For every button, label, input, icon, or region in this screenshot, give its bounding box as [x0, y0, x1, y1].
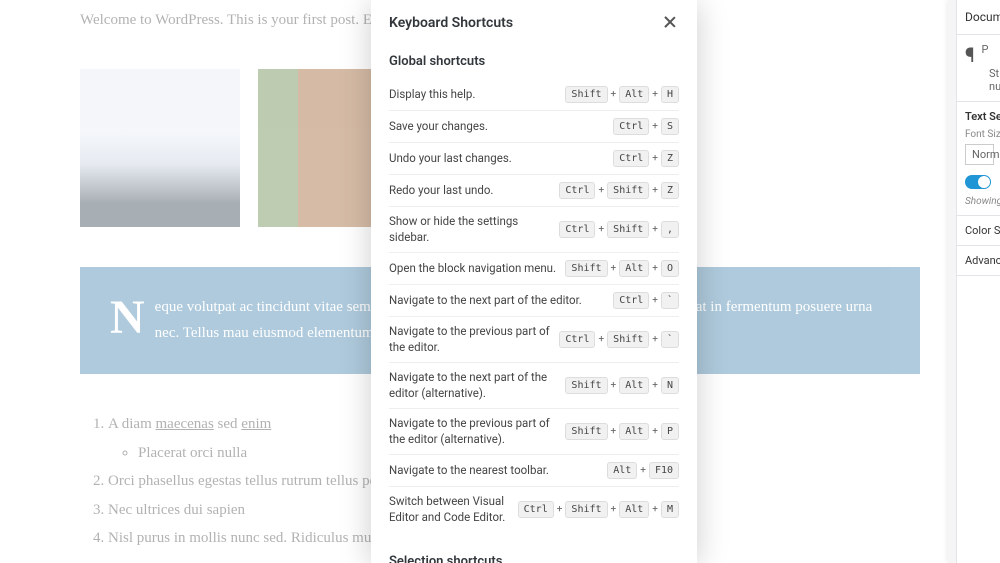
shortcut-keys: Ctrl+Shift+Alt+M — [518, 501, 679, 518]
key: Ctrl — [613, 150, 649, 167]
key: N — [661, 377, 679, 394]
drop-cap-toggle[interactable] — [965, 175, 991, 189]
key: ` — [661, 292, 679, 309]
key: Shift — [565, 86, 607, 103]
key: O — [661, 260, 679, 277]
paragraph-icon: ¶ — [965, 43, 975, 67]
key: F10 — [649, 462, 679, 479]
shortcut-row: Navigate to the previous part of the edi… — [389, 409, 679, 455]
keyboard-shortcuts-modal: Keyboard Shortcuts Global shortcuts Displ… — [371, 0, 697, 563]
key: Ctrl — [613, 118, 649, 135]
key: Alt — [619, 423, 649, 440]
key: M — [661, 501, 679, 518]
shortcut-row: Undo your last changes. Ctrl+Z — [389, 143, 679, 175]
key: Alt — [607, 462, 637, 479]
shortcut-row: Save your changes. Ctrl+S — [389, 111, 679, 143]
shortcut-keys: Ctrl+Shift+` — [559, 331, 679, 348]
key: Shift — [565, 377, 607, 394]
shortcut-keys: Shift+Alt+O — [565, 260, 679, 277]
close-icon[interactable] — [661, 14, 679, 32]
shortcut-keys: Ctrl+Shift+, — [559, 221, 679, 238]
shortcut-description: Navigate to the next part of the editor … — [389, 370, 557, 401]
shortcut-keys: Shift+Alt+P — [565, 423, 679, 440]
shortcut-description: Display this help. — [389, 87, 557, 103]
font-size-select[interactable]: Norma — [965, 144, 994, 165]
shortcut-row: Navigate to the previous part of the edi… — [389, 317, 679, 363]
key: Shift — [565, 501, 607, 518]
settings-sidebar: Docume ¶ P St nu Text Sett Font Size Nor… — [956, 0, 1000, 563]
block-type-panel: ¶ P St nu — [957, 35, 1000, 102]
shortcut-description: Navigate to the nearest toolbar. — [389, 463, 599, 479]
tab-document[interactable]: Docume — [957, 0, 1000, 35]
key: , — [661, 221, 679, 238]
shortcut-description: Navigate to the previous part of the edi… — [389, 416, 557, 447]
shortcut-description: Navigate to the next part of the editor. — [389, 293, 605, 309]
shortcut-keys: Alt+F10 — [607, 462, 679, 479]
key: Z — [661, 182, 679, 199]
key: Shift — [607, 221, 649, 238]
shortcut-row: Redo your last undo. Ctrl+Shift+Z — [389, 175, 679, 207]
modal-title: Keyboard Shortcuts — [389, 15, 513, 31]
shortcut-keys: Ctrl+Shift+Z — [559, 182, 679, 199]
key: Alt — [619, 377, 649, 394]
key: P — [661, 423, 679, 440]
shortcut-row: Navigate to the next part of the editor … — [389, 363, 679, 409]
dropcap: N — [110, 299, 145, 337]
shortcut-row: Display this help. Shift+Alt+H — [389, 79, 679, 111]
shortcut-row: Show or hide the settings sidebar. Ctrl+S… — [389, 207, 679, 253]
key: Shift — [607, 331, 649, 348]
key: Ctrl — [613, 292, 649, 309]
key: Shift — [607, 182, 649, 199]
key: ` — [661, 331, 679, 348]
key: Shift — [565, 260, 607, 277]
shortcut-keys: Ctrl+S — [613, 118, 679, 135]
shortcut-description: Save your changes. — [389, 119, 605, 135]
shortcut-description: Open the block navigation menu. — [389, 261, 557, 277]
shortcut-description: Navigate to the previous part of the edi… — [389, 324, 551, 355]
shortcut-row: Switch between Visual Editor and Code Ed… — [389, 487, 679, 532]
advanced-panel[interactable]: Advance — [957, 246, 1000, 276]
section-heading: Global shortcuts — [389, 54, 679, 69]
shortcut-keys: Shift+Alt+N — [565, 377, 679, 394]
shortcut-row: Open the block navigation menu. Shift+Alt… — [389, 253, 679, 285]
shortcut-description: Switch between Visual Editor and Code Ed… — [389, 494, 510, 525]
shortcut-section: Selection shortcutsSelect all text when … — [371, 548, 697, 563]
color-settings-panel[interactable]: Color Se — [957, 216, 1000, 246]
key: Alt — [619, 501, 649, 518]
key: Ctrl — [559, 182, 595, 199]
shortcut-keys: Ctrl+` — [613, 292, 679, 309]
shortcut-description: Show or hide the settings sidebar. — [389, 214, 551, 245]
text-settings-panel: Text Sett Font Size Norma Showing — [957, 102, 1000, 216]
shortcut-keys: Shift+Alt+H — [565, 86, 679, 103]
key: Shift — [565, 423, 607, 440]
shortcut-description: Redo your last undo. — [389, 183, 551, 199]
key: S — [661, 118, 679, 135]
gallery-image — [80, 69, 240, 227]
key: Z — [661, 150, 679, 167]
shortcut-row: Navigate to the nearest toolbar. Alt+F10 — [389, 455, 679, 487]
key: Ctrl — [559, 331, 595, 348]
shortcut-row: Navigate to the next part of the editor.… — [389, 285, 679, 317]
key: Alt — [619, 260, 649, 277]
shortcut-keys: Ctrl+Z — [613, 150, 679, 167]
shortcut-description: Undo your last changes. — [389, 151, 605, 167]
shortcut-section: Global shortcuts Display this help. Shift+… — [371, 48, 697, 548]
key: Ctrl — [559, 221, 595, 238]
section-heading: Selection shortcuts — [389, 554, 679, 563]
key: Ctrl — [518, 501, 554, 518]
key: Alt — [619, 86, 649, 103]
key: H — [661, 86, 679, 103]
